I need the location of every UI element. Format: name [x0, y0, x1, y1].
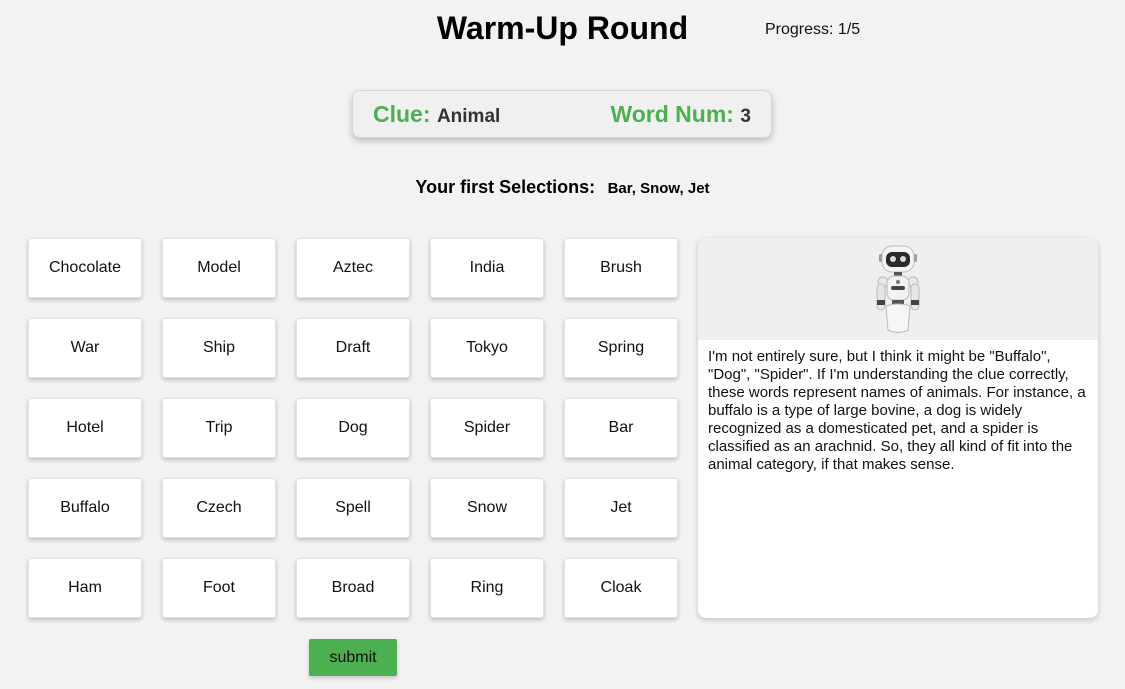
assistant-panel: I'm not entirely sure, but I think it mi… — [698, 238, 1098, 618]
selections-label: Your first Selections: — [415, 177, 596, 197]
submit-button[interactable]: submit — [309, 639, 397, 676]
word-card[interactable]: War — [28, 318, 142, 378]
word-card[interactable]: Cloak — [564, 558, 678, 618]
clue-box: Clue: Animal Word Num: 3 — [352, 90, 772, 138]
word-card[interactable]: Draft — [296, 318, 410, 378]
word-card[interactable]: Aztec — [296, 238, 410, 298]
word-card[interactable]: Brush — [564, 238, 678, 298]
robot-icon — [876, 245, 920, 333]
word-card[interactable]: Snow — [430, 478, 544, 538]
word-card[interactable]: Tokyo — [430, 318, 544, 378]
word-card[interactable]: Czech — [162, 478, 276, 538]
assistant-message: I'm not entirely sure, but I think it mi… — [708, 348, 1086, 473]
word-card[interactable]: Spell — [296, 478, 410, 538]
assistant-avatar-area — [698, 238, 1098, 340]
word-card[interactable]: Foot — [162, 558, 276, 618]
word-card[interactable]: Hotel — [28, 398, 142, 458]
word-card[interactable]: Dog — [296, 398, 410, 458]
selections-value: Bar, Snow, Jet — [607, 180, 710, 197]
word-card[interactable]: Broad — [296, 558, 410, 618]
word-num-group: Word Num: 3 — [610, 101, 751, 128]
word-num-label: Word Num: — [610, 101, 734, 127]
word-num-value: 3 — [740, 106, 751, 127]
word-card[interactable]: Ship — [162, 318, 276, 378]
word-card[interactable]: Spring — [564, 318, 678, 378]
word-card[interactable]: Jet — [564, 478, 678, 538]
progress-indicator: Progress: 1/5 — [765, 21, 861, 38]
word-card[interactable]: Spider — [430, 398, 544, 458]
clue-label: Clue: — [373, 101, 431, 127]
word-card[interactable]: Trip — [162, 398, 276, 458]
word-card[interactable]: Ring — [430, 558, 544, 618]
word-card[interactable]: India — [430, 238, 544, 298]
clue-group: Clue: Animal — [373, 101, 500, 128]
clue-value: Animal — [436, 106, 501, 127]
word-grid: Chocolate Model Aztec India Brush War Sh… — [28, 238, 678, 618]
word-card[interactable]: Buffalo — [28, 478, 142, 538]
first-selections: Your first Selections: Bar, Snow, Jet — [0, 177, 1125, 198]
word-card[interactable]: Ham — [28, 558, 142, 618]
word-card[interactable]: Bar — [564, 398, 678, 458]
word-card[interactable]: Chocolate — [28, 238, 142, 298]
word-card[interactable]: Model — [162, 238, 276, 298]
page-title: Warm-Up Round — [436, 10, 689, 46]
